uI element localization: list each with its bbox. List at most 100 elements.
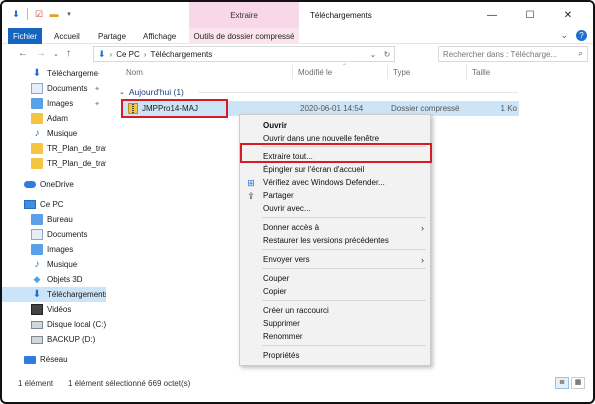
sidebar-item-disque-local[interactable]: Disque local (C:): [2, 317, 106, 332]
customize-toolbar-chevron-icon[interactable]: ▾: [63, 8, 75, 20]
menu-item-label: Créer un raccourci: [263, 306, 329, 315]
pin-icon[interactable]: ✦: [94, 100, 100, 108]
sidebar-item-adam[interactable]: Adam: [2, 111, 106, 126]
tab-accueil[interactable]: Accueil: [54, 28, 80, 44]
submenu-arrow-icon: ›: [421, 254, 424, 265]
large-icons-view-icon[interactable]: ▦: [571, 377, 585, 389]
menu-separator: [262, 268, 426, 269]
menu-item-label: Ouvrir avec...: [263, 204, 311, 213]
window-controls: — ☐ ✕: [473, 6, 587, 24]
tab-fichier[interactable]: Fichier: [8, 28, 42, 44]
menu-item-label: Épingler sur l'écran d'accueil: [263, 165, 365, 174]
search-input[interactable]: Rechercher dans : Télécharge... ⌕: [438, 46, 588, 62]
menu-item-couper[interactable]: Couper: [240, 272, 430, 285]
pin-icon[interactable]: ✦: [94, 70, 100, 78]
status-bar: 1 élément 1 élément sélectionné 669 octe…: [2, 374, 593, 394]
column-header-type[interactable]: Type: [393, 68, 410, 77]
menu-item-creer-raccourci[interactable]: Créer un raccourci: [240, 304, 430, 317]
collapse-chevron-icon[interactable]: ⌄: [119, 88, 125, 96]
sidebar-item-label: Adam: [47, 114, 68, 123]
sidebar-item-musique[interactable]: ♪ Musique: [2, 257, 106, 272]
download-icon: ⬇: [32, 68, 42, 79]
tab-partage[interactable]: Partage: [98, 28, 126, 44]
sidebar-item-ce-pc[interactable]: Ce PC: [2, 197, 106, 212]
menu-item-restaurer-versions[interactable]: Restaurer les versions précédentes: [240, 234, 430, 247]
back-arrow-icon[interactable]: ←: [18, 48, 28, 59]
sidebar-item-images[interactable]: Images: [2, 242, 106, 257]
breadcrumb-ce-pc[interactable]: Ce PC: [116, 50, 140, 59]
refresh-icon[interactable]: ↻: [380, 50, 394, 59]
download-arrow-icon: ⬇: [12, 8, 20, 19]
column-header-modified[interactable]: Modifié le: [298, 68, 332, 77]
column-divider[interactable]: [387, 65, 388, 79]
menu-item-ouvrir[interactable]: Ouvrir: [240, 119, 430, 132]
sidebar-item-documents-quick[interactable]: Documents ✦: [2, 81, 106, 96]
menu-item-epingler[interactable]: Épingler sur l'écran d'accueil: [240, 163, 430, 176]
menu-item-donner-acces[interactable]: Donner accès à ›: [240, 221, 430, 234]
menu-item-copier[interactable]: Copier: [240, 285, 430, 298]
pin-icon[interactable]: ✦: [94, 85, 100, 93]
maximize-button[interactable]: ☐: [511, 6, 549, 24]
menu-item-envoyer-vers[interactable]: Envoyer vers ›: [240, 253, 430, 266]
properties-check-icon[interactable]: ☑: [33, 8, 45, 20]
tab-compressed-folder-tools[interactable]: Outils de dossier compressé: [189, 28, 299, 44]
menu-item-label: Partager: [263, 191, 294, 200]
sidebar-item-musique-quick[interactable]: ♪ Musique: [2, 126, 106, 141]
new-folder-icon[interactable]: ▬: [48, 8, 60, 20]
sidebar-item-label: Objets 3D: [47, 275, 83, 284]
menu-item-partager[interactable]: ⇪ Partager: [240, 189, 430, 202]
address-field[interactable]: ⬇ › Ce PC › Téléchargements ⌄ ↻: [93, 46, 395, 62]
folder-icon: [31, 158, 43, 169]
details-view-icon[interactable]: ≣: [555, 377, 569, 389]
breadcrumb-telechargements[interactable]: Téléchargements: [150, 50, 212, 59]
sidebar-item-label: Disque local (C:): [47, 320, 106, 329]
sidebar-item-label: Images: [47, 245, 74, 254]
sidebar-item-documents[interactable]: Documents: [2, 227, 106, 242]
sidebar-item-label: Documents: [47, 84, 88, 93]
menu-item-supprimer[interactable]: Supprimer: [240, 317, 430, 330]
submenu-arrow-icon: ›: [421, 222, 424, 233]
sidebar-item-onedrive[interactable]: OneDrive: [2, 177, 106, 192]
sidebar-item-telechargements[interactable]: ⬇ Téléchargements: [2, 287, 106, 302]
menu-item-label: Copier: [263, 287, 287, 296]
sidebar-item-telechargements-quick[interactable]: ⬇ Téléchargeme ✦: [2, 66, 106, 81]
sidebar-item-images-quick[interactable]: Images ✦: [2, 96, 106, 111]
sidebar-item-reseau[interactable]: Réseau: [2, 352, 106, 367]
download-icon: ⬇: [32, 289, 42, 300]
file-type: Dossier compressé: [391, 104, 460, 113]
close-button[interactable]: ✕: [549, 6, 587, 24]
menu-item-windows-defender[interactable]: ⊞ Vérifiez avec Windows Defender...: [240, 176, 430, 189]
sidebar-item-plan-de-travail-2[interactable]: TR_Plan_de_trav: [2, 156, 106, 171]
column-header-name[interactable]: Nom: [126, 68, 143, 77]
menu-item-proprietes[interactable]: Propriétés: [240, 349, 430, 362]
document-icon: [31, 83, 43, 94]
sidebar-item-label: TR_Plan_de_trav: [47, 144, 106, 153]
forward-arrow-icon[interactable]: →: [36, 48, 46, 59]
column-divider[interactable]: [292, 65, 293, 79]
sidebar-item-backup[interactable]: BACKUP (D:): [2, 332, 106, 347]
image-icon: [31, 98, 43, 109]
address-dropdown-chevron-icon[interactable]: ⌄: [366, 50, 380, 59]
sidebar-item-videos[interactable]: Vidéos: [2, 302, 106, 317]
recent-locations-chevron-icon[interactable]: ⌄: [53, 50, 59, 58]
sidebar-item-plan-de-travail-1[interactable]: TR_Plan_de_trav: [2, 141, 106, 156]
divider: [27, 8, 28, 20]
column-divider[interactable]: [466, 65, 467, 79]
menu-item-label: Vérifiez avec Windows Defender...: [263, 178, 385, 187]
document-icon: [31, 229, 43, 240]
menu-item-renommer[interactable]: Renommer: [240, 330, 430, 343]
expand-ribbon-chevron-icon[interactable]: ⌄: [560, 30, 568, 41]
sidebar-item-objets-3d[interactable]: ◆ Objets 3D: [2, 272, 106, 287]
group-header-today[interactable]: ⌄ Aujourd'hui (1): [119, 87, 184, 97]
column-header-size[interactable]: Taille: [472, 68, 490, 77]
up-arrow-icon[interactable]: ↑: [66, 48, 71, 59]
help-icon[interactable]: ?: [576, 30, 587, 41]
menu-item-ouvrir-avec[interactable]: Ouvrir avec...: [240, 202, 430, 215]
tab-affichage[interactable]: Affichage: [143, 28, 176, 44]
sidebar-item-bureau[interactable]: Bureau: [2, 212, 106, 227]
extract-highlight-box: [240, 143, 432, 163]
minimize-button[interactable]: —: [473, 6, 511, 24]
sidebar-item-label: Documents: [47, 230, 88, 239]
sidebar-item-label: Bureau: [47, 215, 73, 224]
music-icon: ♪: [34, 128, 40, 139]
